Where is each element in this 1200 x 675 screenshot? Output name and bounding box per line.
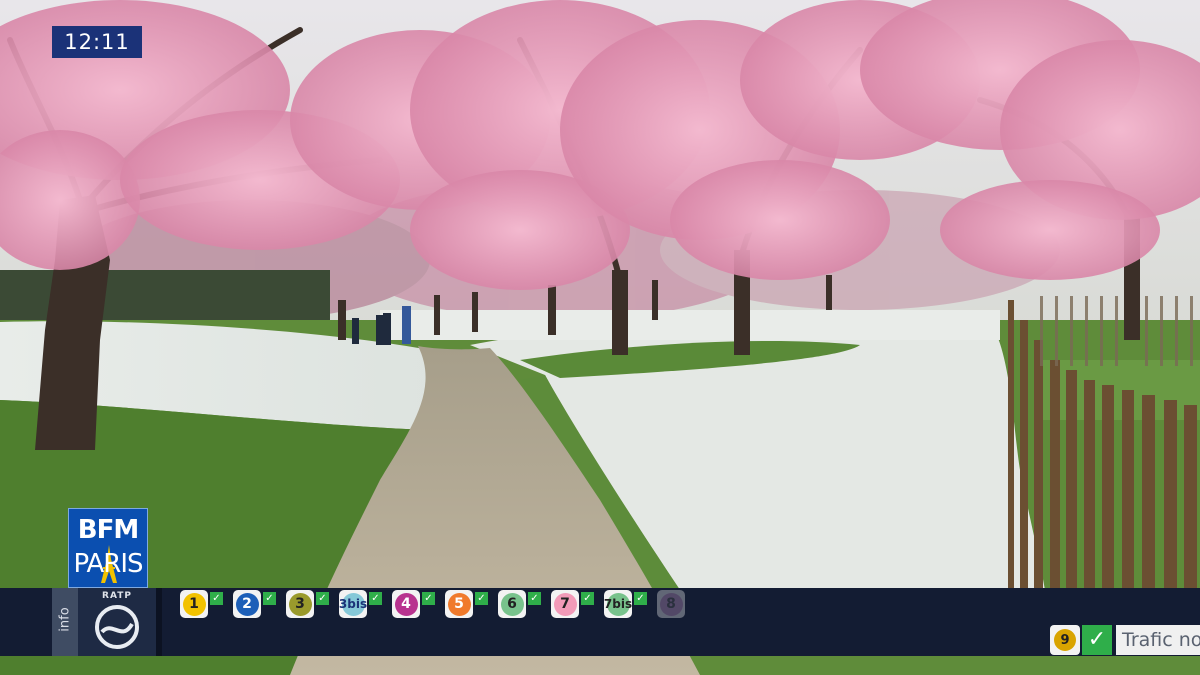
check-icon: ✓ xyxy=(528,591,541,605)
check-icon: ✓ xyxy=(210,591,223,605)
metro-line-number: 7bis xyxy=(604,592,632,616)
metro-line-5: 5 ✓ xyxy=(445,590,488,618)
metro-line-number: 7 xyxy=(553,592,577,616)
metro-lines: 1 ✓ 2 ✓ 3 ✓ 3bis ✓ 4 ✓ 5 ✓ 6 ✓ 7 ✓ 7bis ✓ 8 xyxy=(180,588,695,620)
metro-line-number: 6 xyxy=(500,592,524,616)
channel-logo: BFM PARIS xyxy=(68,508,148,588)
metro-line-number: 4 xyxy=(394,592,418,616)
metro-line-8: 8 xyxy=(657,590,685,618)
metro-line-number: 2 xyxy=(235,592,259,616)
metro-line-3: 3 ✓ xyxy=(286,590,329,618)
metro-line-badge: 7bis xyxy=(604,590,632,618)
ratp-emblem-icon xyxy=(95,605,139,649)
metro-line-badge: 3 xyxy=(286,590,314,618)
traffic-line-badge: 9 xyxy=(1050,625,1080,655)
ratp-label: RATP xyxy=(102,591,132,601)
check-icon: ✓ xyxy=(634,591,647,605)
metro-line-number: 3bis xyxy=(339,592,367,616)
check-icon: ✓ xyxy=(263,591,276,605)
metro-line-badge: 8 xyxy=(657,590,685,618)
metro-line-number: 5 xyxy=(447,592,471,616)
check-icon: ✓ xyxy=(581,591,594,605)
metro-line-badge: 4 xyxy=(392,590,420,618)
traffic-check-icon: ✓ xyxy=(1082,625,1112,655)
check-icon: ✓ xyxy=(422,591,435,605)
check-icon: ✓ xyxy=(475,591,488,605)
metro-line-badge: 6 xyxy=(498,590,526,618)
ticker-separator xyxy=(156,588,162,656)
logo-line2: PARIS xyxy=(73,549,143,579)
metro-line-badge: 7 xyxy=(551,590,579,618)
metro-line-1: 1 ✓ xyxy=(180,590,223,618)
clock: 12:11 xyxy=(52,26,142,58)
info-tab: info xyxy=(52,588,78,656)
metro-line-badge: 2 xyxy=(233,590,261,618)
metro-line-badge: 5 xyxy=(445,590,473,618)
traffic-text: Trafic no xyxy=(1116,625,1200,655)
metro-line-number: 1 xyxy=(182,592,206,616)
check-icon: ✓ xyxy=(316,591,329,605)
metro-line-6: 6 ✓ xyxy=(498,590,541,618)
metro-line-7: 7 ✓ xyxy=(551,590,594,618)
metro-line-number: 8 xyxy=(659,592,683,616)
ratp-ticker: info RATP 1 ✓ 2 ✓ 3 ✓ 3bis ✓ 4 ✓ 5 ✓ 6 ✓ 7 ✓ 7bis ✓ 8 9 ✓ … xyxy=(0,588,1200,656)
metro-line-badge: 1 xyxy=(180,590,208,618)
check-icon: ✓ xyxy=(369,591,382,605)
metro-line-2: 2 ✓ xyxy=(233,590,276,618)
metro-line-3bis: 3bis ✓ xyxy=(339,590,382,618)
metro-line-number: 3 xyxy=(288,592,312,616)
traffic-status: 9 ✓ Trafic no xyxy=(1050,624,1200,656)
metro-line-badge: 3bis xyxy=(339,590,367,618)
metro-line-4: 4 ✓ xyxy=(392,590,435,618)
park-scene xyxy=(0,0,1200,675)
ratp-logo: RATP xyxy=(78,588,156,656)
logo-line1: BFM xyxy=(77,515,139,545)
metro-line-7bis: 7bis ✓ xyxy=(604,590,647,618)
